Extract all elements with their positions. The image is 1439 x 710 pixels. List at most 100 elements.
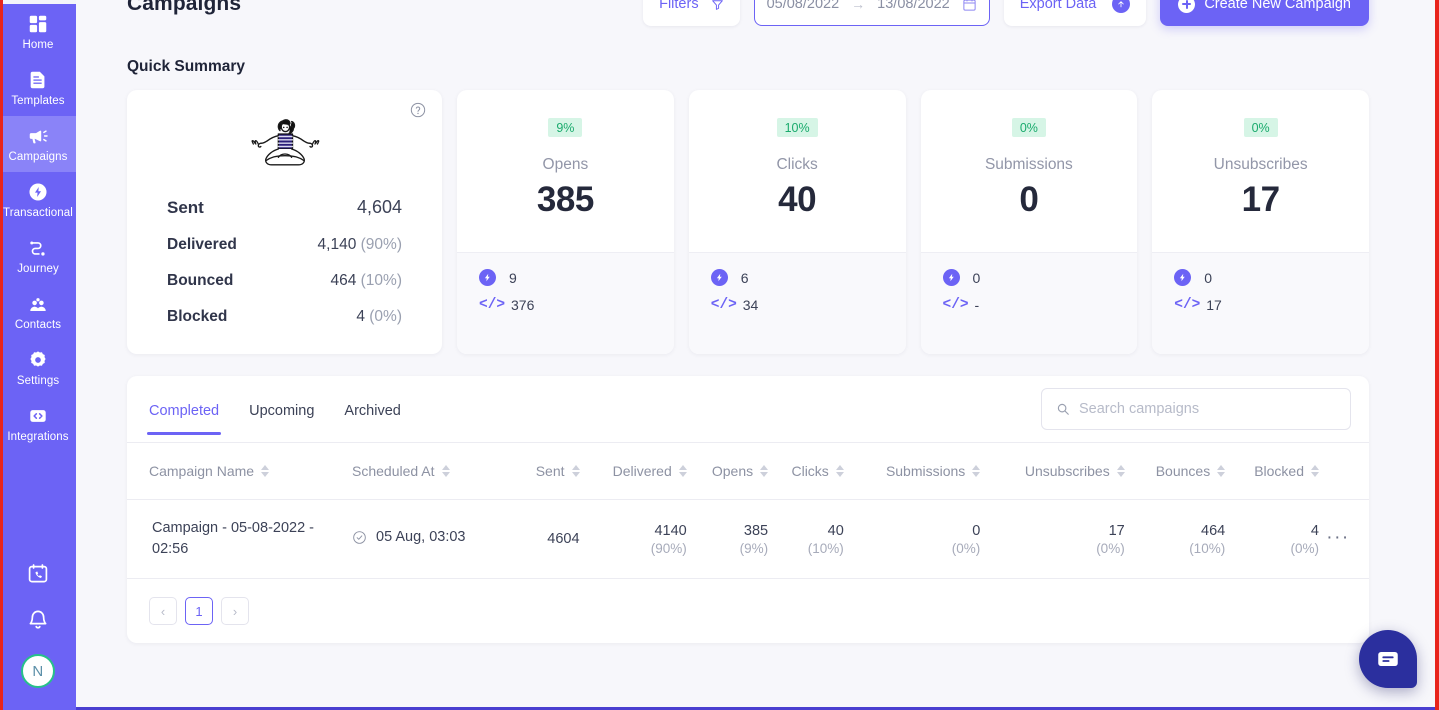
bell-icon[interactable] [26,608,50,632]
search-campaigns-box[interactable] [1041,388,1351,430]
table-head: Campaign Name Scheduled At Sent Delivere… [127,443,1369,500]
export-label: Export Data [1019,0,1097,12]
col-blocked: Blocked [1225,443,1319,500]
metric-card-unsubscribes: 0% Unsubscribes 17 0 </> 17 [1152,90,1369,354]
sidebar-item-templates[interactable]: Templates [0,60,76,116]
export-data-button[interactable]: Export Data [1003,0,1147,26]
col-label: Sent [535,463,565,479]
page-border-right [1435,0,1439,710]
calendar-icon [962,0,977,12]
col-sort-unsubscribes[interactable]: Unsubscribes [1025,463,1125,479]
page-header: Campaigns Filters 05/08/2022 → 13/08/202… [76,0,1439,34]
col-sort-delivered[interactable]: Delivered [613,463,687,479]
page-title: Campaigns [127,0,242,15]
cell-blocked: 4 (0%) [1225,499,1319,579]
calendar-phone-icon[interactable] [26,562,50,586]
cell-bounces: 464 (10%) [1124,499,1226,579]
code-icon: </> [942,297,969,313]
bolt-icon [27,181,49,203]
upload-icon [1112,0,1131,13]
date-range-picker[interactable]: 05/08/2022 → 13/08/2022 [753,0,990,26]
filter-icon [711,0,724,11]
help-icon[interactable] [410,102,426,118]
sort-icon [972,465,981,477]
metric-card-top: 0% Unsubscribes 17 [1152,90,1369,252]
sort-icon [1311,465,1319,477]
table-row[interactable]: Campaign - 05-08-2022 - 02:56 05 Aug, 03… [127,499,1369,579]
summary-row-value: 4,140 (90%) [317,236,402,253]
metric-label: Unsubscribes [1213,156,1308,173]
code-icon: </> [1174,297,1201,313]
tab-archived[interactable]: Archived [344,385,400,434]
col-label: Clicks [791,463,829,479]
sidebar-item-transactional[interactable]: Transactional [0,172,76,228]
row-actions-menu-button[interactable]: ··· [1326,527,1349,548]
tab-completed[interactable]: Completed [146,385,222,435]
col-sort-campaign-name[interactable]: Campaign Name [149,463,270,479]
sort-icon [835,465,844,477]
summary-row: Blocked 4 (0%) [167,299,402,335]
metric-badge: 10% [776,118,818,137]
cell-pct: (0%) [1096,540,1125,556]
col-sort-blocked[interactable]: Blocked [1254,463,1319,479]
sidebar-item-journey[interactable]: Journey [0,228,76,284]
cell-value: 4140 [654,522,687,539]
avatar-initial: N [32,662,44,680]
sidebar-item-label: Templates [11,95,65,107]
sidebar-item-integrations[interactable]: Integrations [0,396,76,452]
create-new-campaign-button[interactable]: Create New Campaign [1160,0,1369,26]
col-sort-opens[interactable]: Opens [712,463,769,479]
cell-value: 4604 [547,531,580,547]
sidebar-item-contacts[interactable]: Contacts [0,284,76,340]
search-icon [1056,402,1070,416]
summary-row-label: Bounced [167,272,234,289]
col-delivered: Delivered [579,443,687,500]
col-sort-clicks[interactable]: Clicks [791,463,844,479]
cell-pct: (10%) [807,540,844,556]
col-sort-sent[interactable]: Sent [536,463,580,479]
metric-label: Submissions [984,156,1073,173]
sidebar-item-settings[interactable]: Settings [0,340,76,396]
col-submissions: Submissions [843,443,981,500]
filters-button[interactable]: Filters [643,0,740,26]
metric-card-top: 0% Submissions 0 [921,90,1138,252]
code-icon: </> [710,297,737,313]
bolt-icon [479,269,496,286]
tabs-bar: Completed Upcoming Archived [127,376,1369,443]
search-input[interactable] [1079,401,1336,417]
sidebar-item-label: Settings [16,375,60,387]
check-circle-icon [352,530,367,545]
summary-row-label: Delivered [167,236,237,253]
sidebar-item-campaigns[interactable]: Campaigns [0,116,76,172]
tabs: Completed Upcoming Archived [127,385,431,435]
col-sort-bounces[interactable]: Bounces [1156,463,1226,479]
tab-upcoming[interactable]: Upcoming [249,385,314,434]
metric-stat-value: 376 [511,297,535,313]
avatar[interactable]: N [21,654,55,688]
metric-badge: 0% [1243,118,1278,137]
cell-value: 17 [1108,522,1125,539]
create-label: Create New Campaign [1204,0,1351,12]
sidebar-item-home[interactable]: Home [0,4,76,60]
col-sent: Sent [516,443,580,500]
date-arrow-icon: → [851,0,866,12]
metric-stat-bolt: 9 [479,269,674,286]
journey-icon [27,237,49,259]
pagination-prev[interactable]: ‹ [149,597,177,625]
chat-widget-button[interactable] [1359,630,1417,688]
metric-card-bottom: 0 </> 17 [1152,252,1369,354]
col-sort-submissions[interactable]: Submissions [886,463,981,479]
scheduled-at-text: 05 Aug, 03:03 [376,529,466,546]
pagination-next[interactable]: › [221,597,249,625]
page-border-left [0,0,3,710]
cell-value: 385 [743,522,769,539]
summary-row: Bounced 464 (10%) [167,263,402,299]
col-sort-scheduled-at[interactable]: Scheduled At [352,463,450,479]
pagination: ‹ 1 › [127,579,1369,643]
bolt-icon [1174,269,1192,286]
metric-stat-bolt: 0 [942,269,1138,286]
cell-clicks: 40 (10%) [768,499,844,579]
col-opens: Opens [686,443,769,500]
pagination-page-1[interactable]: 1 [185,597,213,625]
metric-badge: 9% [548,118,583,137]
